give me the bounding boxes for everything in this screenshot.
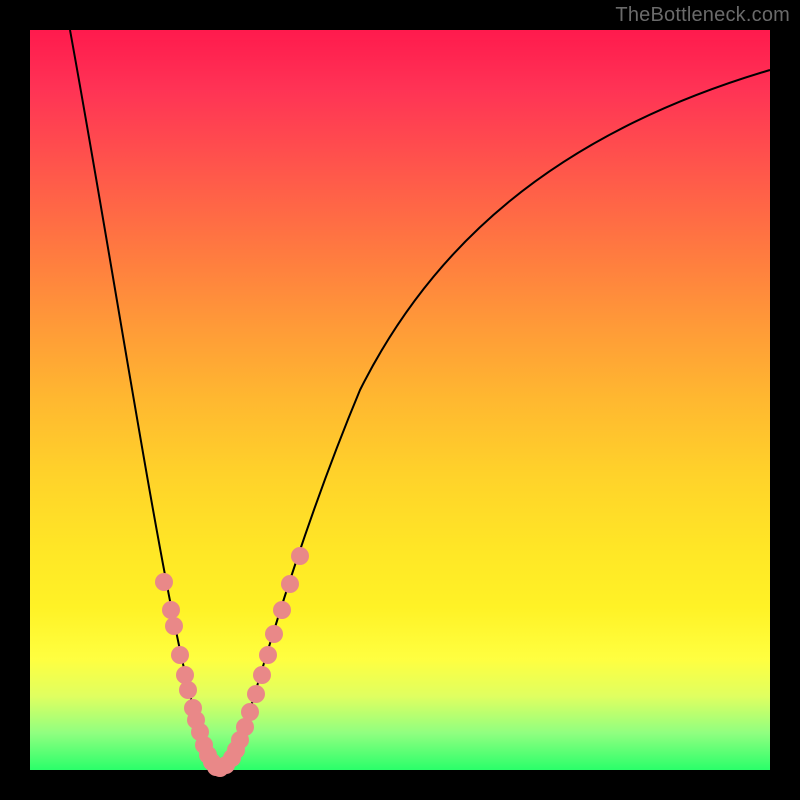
benchmark-dot — [179, 681, 197, 699]
benchmark-dot — [265, 625, 283, 643]
benchmark-dot — [176, 666, 194, 684]
watermark-text: TheBottleneck.com — [615, 4, 790, 27]
benchmark-dot — [273, 601, 291, 619]
benchmark-dot — [253, 666, 271, 684]
frame-bottom — [0, 770, 800, 800]
benchmark-dot — [247, 685, 265, 703]
chart-container: TheBottleneck.com — [0, 0, 800, 800]
benchmark-dot — [241, 703, 259, 721]
benchmark-dot — [291, 547, 309, 565]
benchmark-dot — [155, 573, 173, 591]
frame-right — [770, 0, 800, 800]
benchmark-dot — [259, 646, 277, 664]
benchmark-dot — [162, 601, 180, 619]
benchmark-dot — [165, 617, 183, 635]
benchmark-dot — [171, 646, 189, 664]
chart-svg — [30, 30, 770, 770]
benchmark-dot — [281, 575, 299, 593]
benchmark-dots-group — [155, 547, 309, 777]
frame-left — [0, 0, 30, 800]
